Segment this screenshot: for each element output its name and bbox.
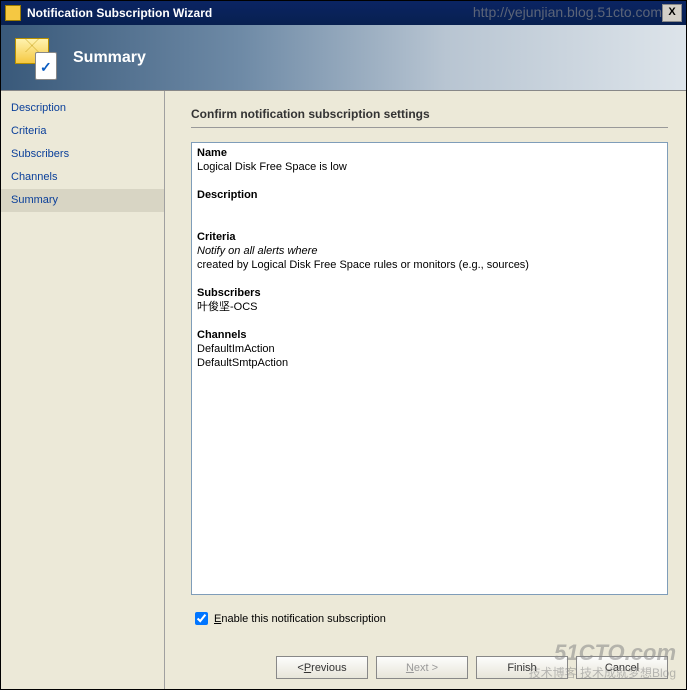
nav-description[interactable]: Description xyxy=(1,97,164,120)
nav-subscribers[interactable]: Subscribers xyxy=(1,143,164,166)
name-heading: Name xyxy=(197,147,227,159)
subscribers-heading: Subscribers xyxy=(197,287,261,299)
button-row: < Previous Next > Finish Cancel xyxy=(191,648,668,679)
nav-channels[interactable]: Channels xyxy=(1,166,164,189)
envelope-icon xyxy=(15,36,57,80)
channels-heading: Channels xyxy=(197,329,247,341)
criteria-value: created by Logical Disk Free Space rules… xyxy=(197,259,529,271)
cancel-button[interactable]: Cancel xyxy=(576,656,668,679)
wizard-body: Description Criteria Subscribers Channel… xyxy=(1,91,686,689)
description-heading: Description xyxy=(197,189,258,201)
nav-summary[interactable]: Summary xyxy=(1,189,164,212)
criteria-heading: Criteria xyxy=(197,231,236,243)
step-title: Summary xyxy=(73,49,146,67)
channels-value-1: DefaultImAction xyxy=(197,343,275,355)
enable-row: Enable this notification subscription xyxy=(191,609,668,628)
window-title: Notification Subscription Wizard xyxy=(27,6,662,20)
confirm-heading: Confirm notification subscription settin… xyxy=(191,107,668,128)
enable-label[interactable]: Enable this notification subscription xyxy=(214,613,386,625)
nav-sidebar: Description Criteria Subscribers Channel… xyxy=(1,91,165,689)
previous-button[interactable]: < Previous xyxy=(276,656,368,679)
main-panel: Confirm notification subscription settin… xyxy=(165,91,686,689)
close-button[interactable]: X xyxy=(662,4,682,22)
criteria-intro: Notify on all alerts where xyxy=(197,245,317,257)
app-icon xyxy=(5,5,21,21)
wizard-header: Summary xyxy=(1,25,686,91)
titlebar: Notification Subscription Wizard X xyxy=(1,1,686,25)
name-value: Logical Disk Free Space is low xyxy=(197,161,347,173)
next-button: Next > xyxy=(376,656,468,679)
channels-value-2: DefaultSmtpAction xyxy=(197,357,288,369)
enable-checkbox[interactable] xyxy=(195,612,208,625)
nav-criteria[interactable]: Criteria xyxy=(1,120,164,143)
summary-textbox[interactable]: Name Logical Disk Free Space is low Desc… xyxy=(191,142,668,595)
finish-button[interactable]: Finish xyxy=(476,656,568,679)
subscribers-value: 叶俊坚-OCS xyxy=(197,301,258,313)
